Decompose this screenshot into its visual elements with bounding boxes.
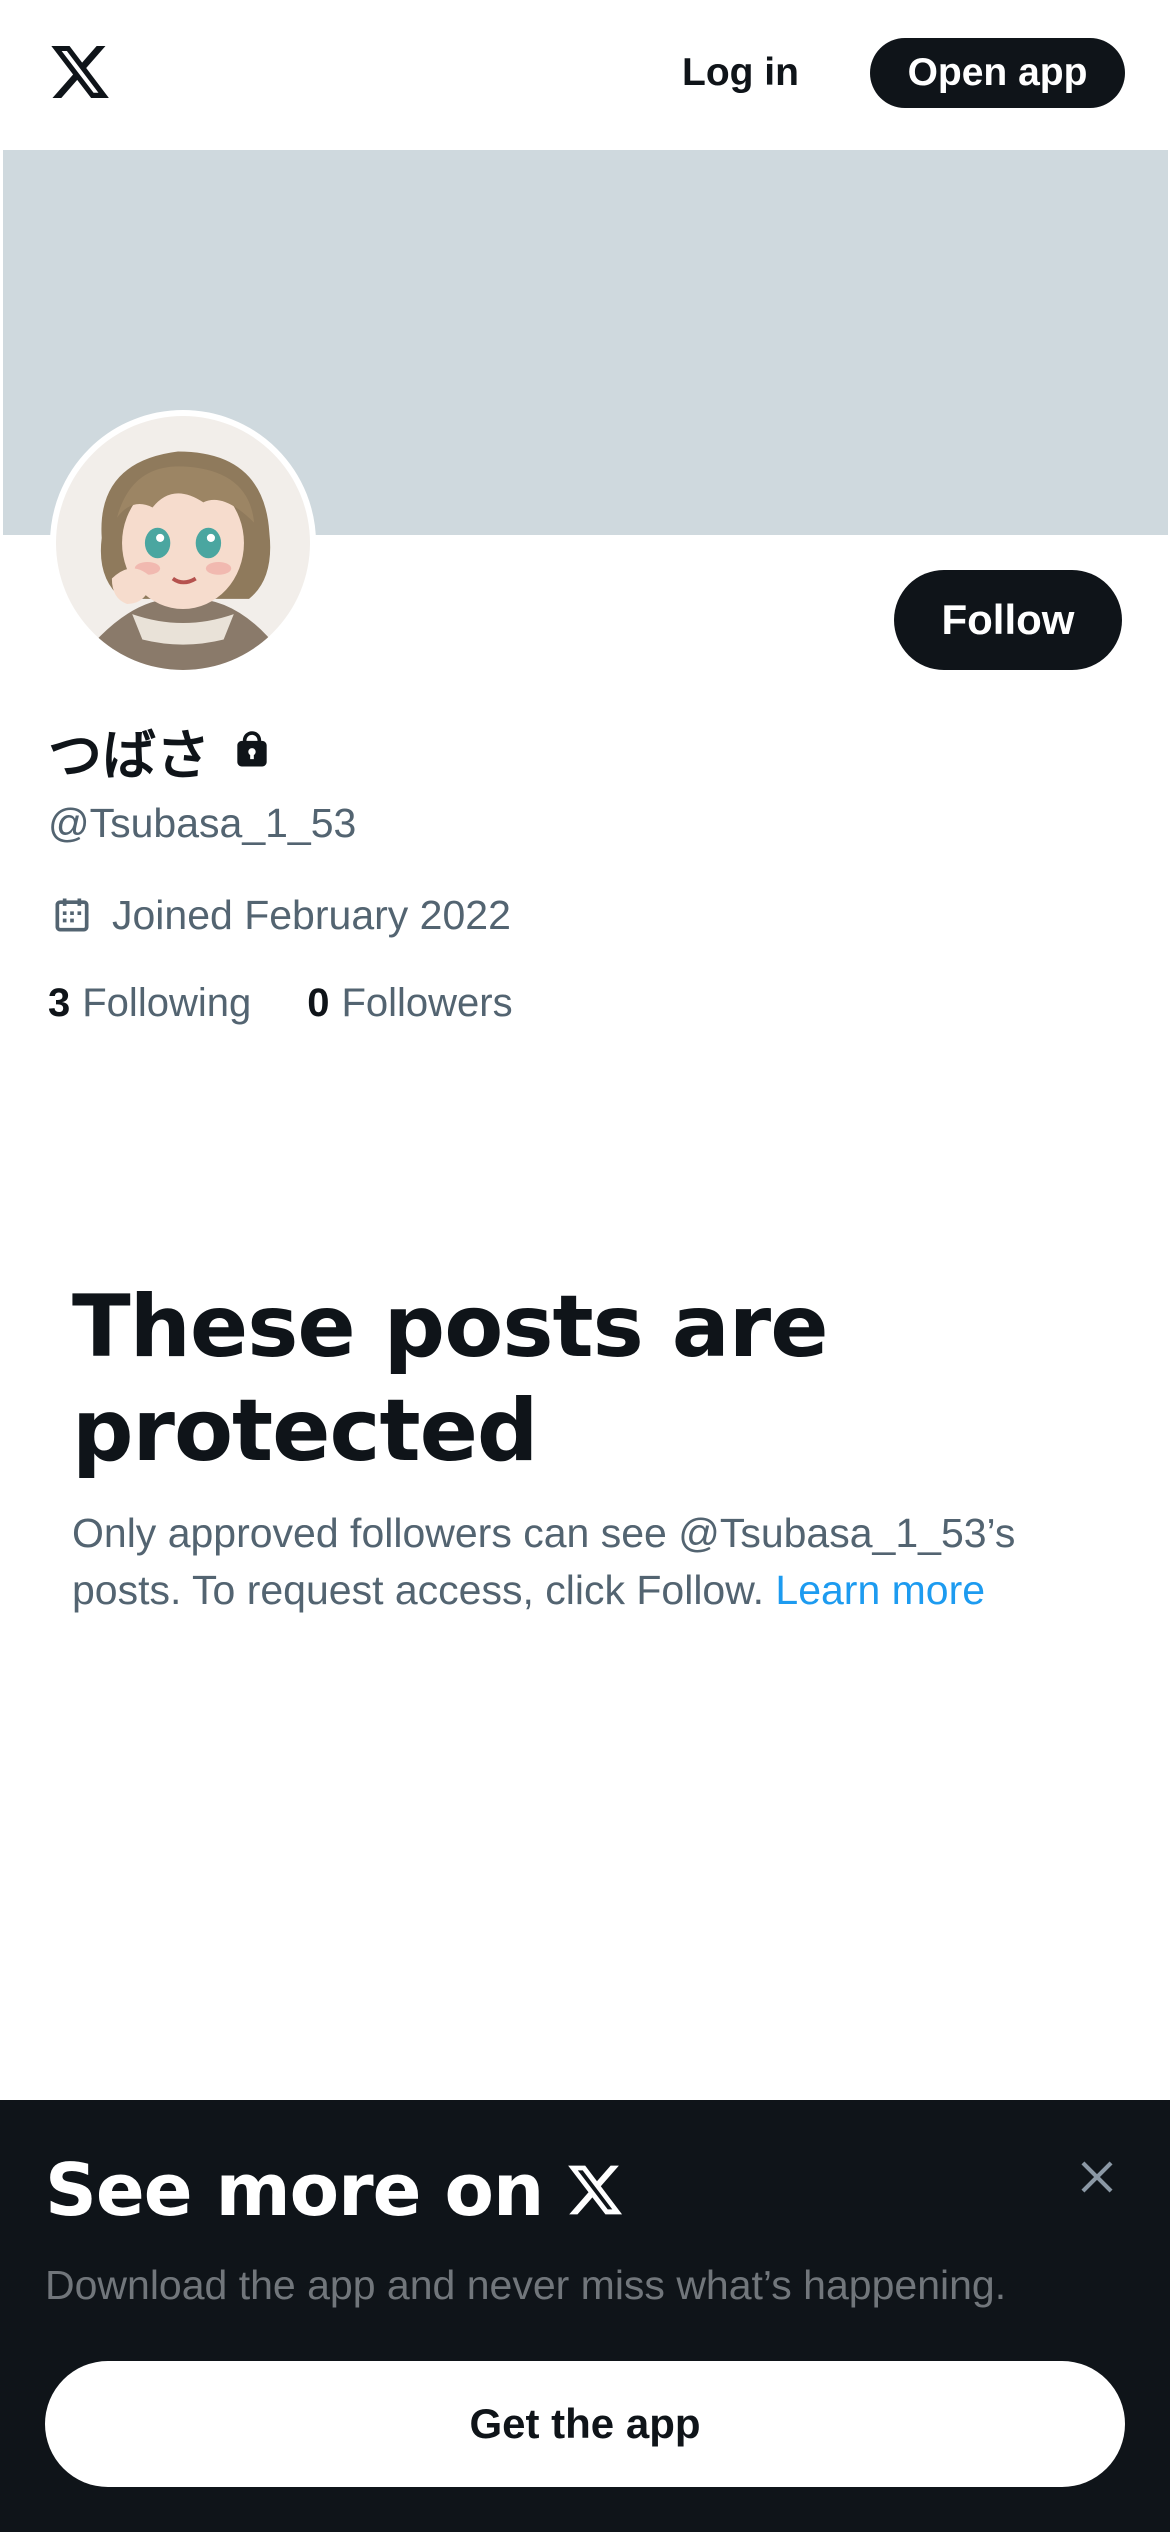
protected-posts-body: Only approved followers can see @Tsubasa…	[72, 1505, 1082, 1619]
sheet-title: See more on	[45, 2148, 625, 2232]
follow-stats: 3 Following 0 Followers	[48, 975, 513, 1031]
display-name-row: つばさ	[48, 715, 274, 787]
profile-handle: @Tsubasa_1_53	[48, 800, 357, 846]
x-logo-icon[interactable]	[48, 40, 112, 104]
display-name: つばさ	[48, 723, 210, 787]
profile-page: Log in Open app Follow つばさ @Tsubasa_1_53	[0, 0, 1170, 2532]
sheet-title-text: See more on	[45, 2148, 544, 2232]
avatar-illustration	[56, 416, 310, 670]
followers-count: 0	[307, 980, 330, 1025]
learn-more-link[interactable]: Learn more	[775, 1567, 985, 1613]
calendar-icon	[55, 898, 89, 932]
lock-icon	[237, 731, 267, 767]
get-the-app-button[interactable]: Get the app	[45, 2361, 1125, 2487]
x-logo-icon	[568, 2165, 623, 2215]
avatar[interactable]	[50, 410, 316, 676]
close-icon[interactable]	[1072, 2152, 1122, 2202]
followers-label: Followers	[341, 980, 513, 1025]
log-in-link[interactable]: Log in	[682, 43, 799, 103]
joined-date-row: Joined February 2022	[50, 885, 511, 945]
sheet-subtitle: Download the app and never miss what’s h…	[45, 2262, 1007, 2308]
following-label: Following	[82, 980, 252, 1025]
protected-posts-title: These posts are protected	[72, 1277, 829, 1481]
top-bar: Log in Open app	[0, 0, 1170, 150]
followers-stat[interactable]: 0 Followers	[307, 981, 512, 1026]
following-stat[interactable]: 3 Following	[48, 981, 251, 1026]
open-app-button[interactable]: Open app	[870, 38, 1125, 108]
joined-date: Joined February 2022	[112, 891, 511, 938]
following-count: 3	[48, 980, 71, 1025]
follow-button[interactable]: Follow	[894, 570, 1122, 670]
